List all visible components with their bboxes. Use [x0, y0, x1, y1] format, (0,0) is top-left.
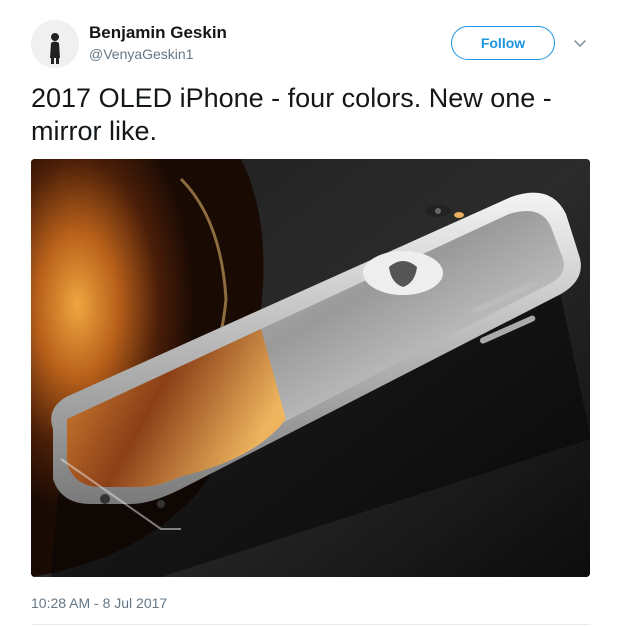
tweet-header: Benjamin Geskin @VenyaGeskin1 Follow — [31, 20, 598, 70]
author-handle[interactable]: @VenyaGeskin1 — [89, 44, 227, 64]
avatar-silhouette-icon — [31, 20, 79, 68]
divider — [31, 624, 590, 625]
author-names: Benjamin Geskin @VenyaGeskin1 — [89, 23, 227, 64]
mirror-iphone-photo — [31, 159, 590, 577]
follow-button[interactable]: Follow — [451, 26, 555, 60]
author-display-name[interactable]: Benjamin Geskin — [89, 23, 227, 43]
author-avatar[interactable] — [31, 20, 79, 68]
tweet-timestamp[interactable]: 10:28 AM - 8 Jul 2017 — [31, 595, 167, 611]
tweet-media-image[interactable] — [31, 159, 590, 577]
tweet-text: 2017 OLED iPhone - four colors. New one … — [31, 83, 552, 146]
chevron-down-icon[interactable] — [573, 36, 587, 50]
